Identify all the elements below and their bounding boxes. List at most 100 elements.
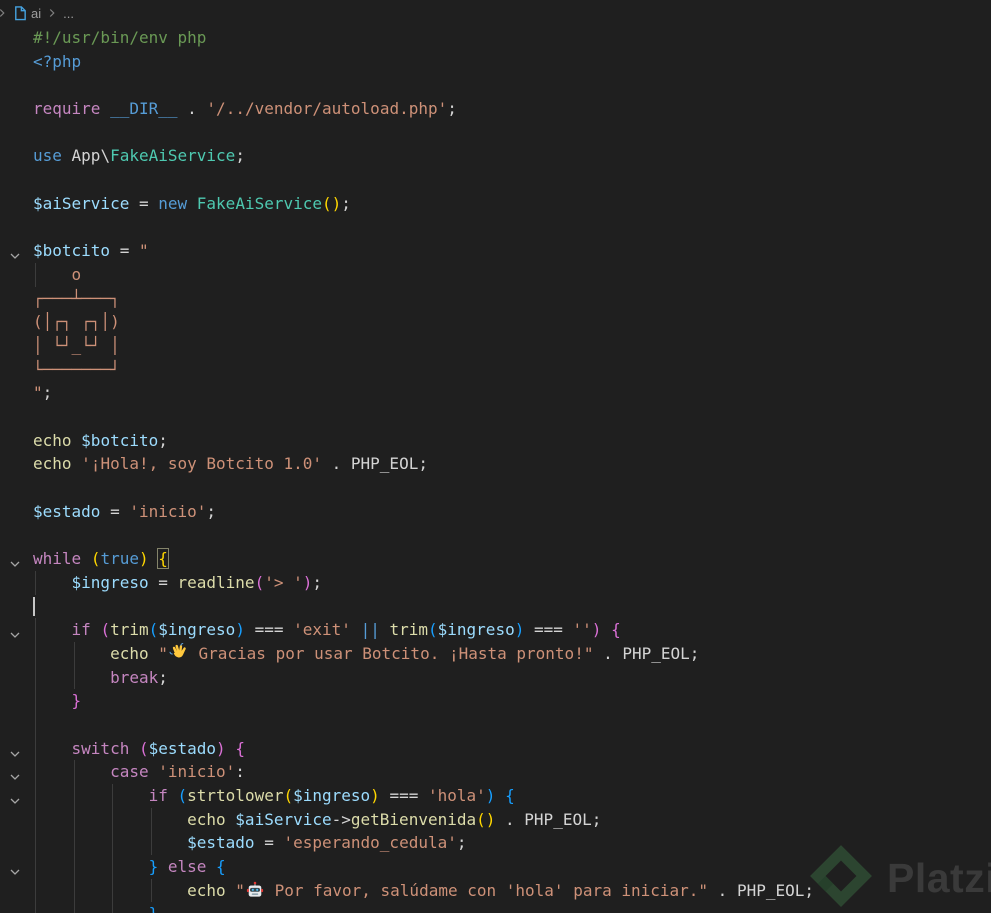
code-token: $ingreso: [437, 620, 515, 640]
fold-chevron-icon[interactable]: [9, 790, 21, 804]
code-line[interactable]: require __DIR__ . '/../vendor/autoload.p…: [0, 97, 991, 121]
code-token: =: [254, 833, 284, 853]
code-line[interactable]: echo $botcito;: [0, 429, 991, 453]
code-line[interactable]: [0, 73, 991, 97]
code-line[interactable]: }: [0, 689, 991, 713]
indent-guide: [35, 831, 36, 856]
code-token: ===: [244, 620, 294, 640]
fold-chevron-icon[interactable]: [9, 624, 21, 639]
code-line[interactable]: $estado = 'esperando_cedula';: [0, 831, 991, 856]
code-token: ": [33, 383, 43, 403]
code-token: ;: [235, 146, 245, 166]
code-token: FakeAiService: [110, 146, 236, 166]
code-line[interactable]: [0, 712, 991, 737]
indent-guide: [35, 807, 36, 832]
code-token: ": [235, 880, 245, 900]
indent-guide: [35, 736, 36, 761]
indent-guide: [35, 902, 36, 913]
code-line[interactable]: └───────┘: [0, 358, 991, 382]
code-line[interactable]: $ingreso = readline('> ');: [0, 570, 991, 595]
breadcrumb-item-symbol[interactable]: ...: [63, 6, 74, 21]
code-token: <?php: [33, 51, 82, 71]
fold-chevron-icon[interactable]: [9, 766, 21, 781]
indent-guide: [73, 831, 75, 856]
code-line[interactable]: #!/usr/bin/env php: [0, 26, 991, 50]
code-token: ;: [42, 383, 53, 403]
code-token: ;: [312, 572, 323, 592]
code-line[interactable]: [0, 216, 991, 240]
code-line[interactable]: [0, 476, 991, 500]
code-token: (: [100, 620, 111, 640]
indent-guide: [35, 689, 36, 713]
code-line[interactable]: use App\FakeAiService;: [0, 144, 991, 168]
code-line[interactable]: echo " Gracias por usar Botcito. ¡Hasta …: [0, 641, 991, 666]
code-token: new: [158, 193, 188, 213]
code-line[interactable]: │ └┘_└┘ │: [0, 334, 991, 358]
code-line[interactable]: if (trim($ingreso) === 'exit' || trim($i…: [0, 618, 991, 642]
indent-guide: [112, 902, 114, 913]
code-line[interactable]: while (true) {: [0, 547, 991, 571]
fold-chevron-icon[interactable]: [9, 553, 21, 568]
robot-emoji-icon: [246, 881, 264, 899]
code-line[interactable]: [0, 595, 991, 619]
code-area[interactable]: #!/usr/bin/env php <?php require __DIR__ .…: [0, 26, 991, 913]
code-line[interactable]: break;: [0, 665, 991, 690]
code-line[interactable]: ┌───┴───┐: [0, 287, 991, 311]
code-line[interactable]: echo " Por favor, salúdame con 'hola' pa…: [0, 878, 991, 903]
code-line[interactable]: <?php: [0, 50, 991, 74]
text-cursor: [33, 596, 35, 617]
code-line[interactable]: $botcito = ": [0, 239, 991, 263]
code-token: echo: [187, 880, 226, 900]
code-line[interactable]: switch ($estado) {: [0, 736, 991, 761]
code-line[interactable]: o: [0, 262, 991, 287]
code-line[interactable]: echo '¡Hola!, soy Botcito 1.0' . PHP_EOL…: [0, 452, 991, 476]
code-token: (: [138, 738, 149, 758]
code-line[interactable]: } else {: [0, 855, 991, 879]
code-line[interactable]: ";: [0, 381, 991, 405]
code-line[interactable]: case 'inicio':: [0, 760, 991, 784]
indent-guide: [35, 570, 36, 595]
code-line[interactable]: echo $aiService->getBienvenida() . PHP_E…: [0, 807, 991, 832]
fold-chevron-icon[interactable]: [9, 861, 21, 875]
indent-guide: [150, 831, 152, 856]
code-token: (): [476, 809, 496, 829]
code-line[interactable]: }: [0, 902, 991, 913]
code-line[interactable]: [0, 168, 991, 192]
code-line[interactable]: [0, 405, 991, 429]
indent-guide: [112, 784, 114, 808]
breadcrumb-item-file[interactable]: ai: [13, 6, 41, 21]
code-token: $estado: [148, 738, 217, 758]
code-line[interactable]: if (strtolower($ingreso) === 'hola') {: [0, 784, 991, 808]
code-token: ): [302, 572, 313, 592]
code-token: }: [148, 857, 159, 877]
fold-chevron-icon[interactable]: [9, 743, 21, 757]
code-line[interactable]: [0, 121, 991, 145]
code-line[interactable]: (│┌┐ ┌┐│): [0, 310, 991, 334]
code-line[interactable]: $aiService = new FakeAiService();: [0, 192, 991, 216]
code-token: (: [177, 786, 188, 805]
code-line[interactable]: $estado = 'inicio';: [0, 500, 991, 524]
code-token: Gracias por usar Botcito. ¡Hasta pronto!…: [188, 643, 594, 663]
indent-guide: [35, 618, 36, 642]
code-token: $ingreso: [158, 620, 236, 640]
code-token: use: [33, 146, 62, 166]
code-line[interactable]: [0, 523, 991, 547]
code-token: =: [110, 241, 139, 261]
fold-chevron-icon[interactable]: [9, 245, 21, 260]
code-token: trim: [110, 620, 149, 640]
code-token: $aiService: [33, 193, 130, 213]
code-token: echo: [33, 430, 72, 450]
code-token: $estado: [33, 501, 101, 521]
code-token: ": [138, 241, 149, 261]
